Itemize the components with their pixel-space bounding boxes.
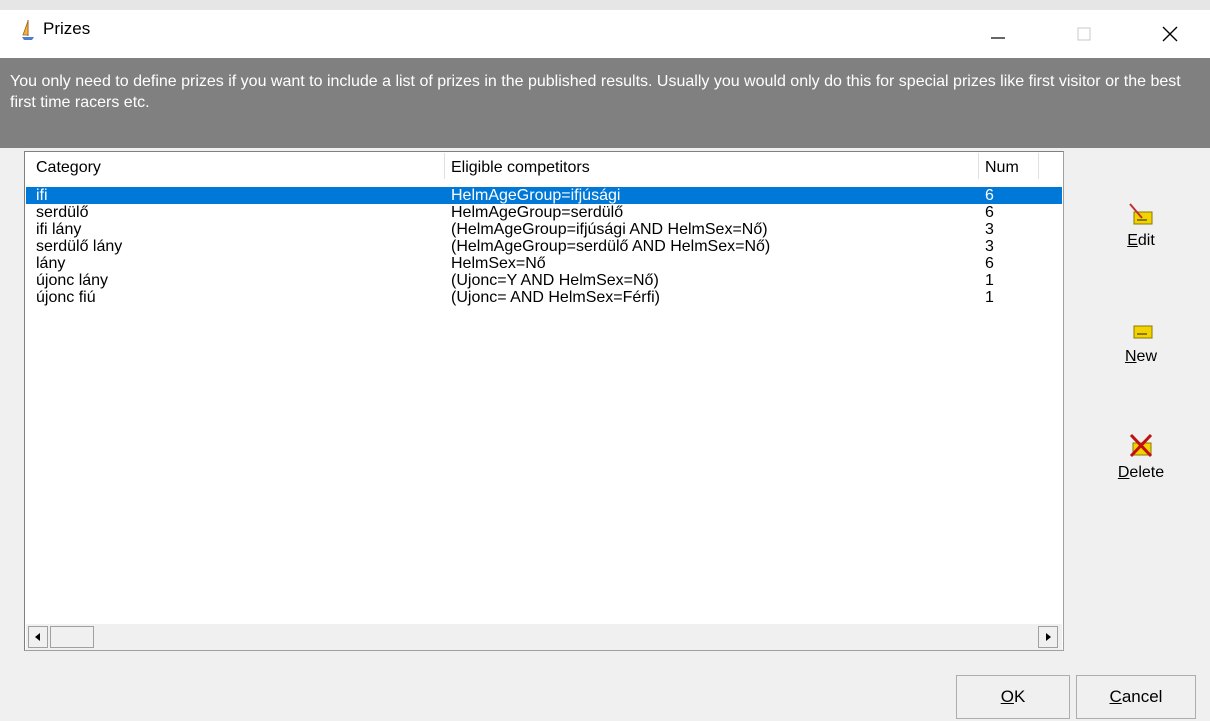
- cell-category: serdülő lány: [36, 238, 123, 255]
- maximize-button[interactable]: [1056, 10, 1112, 58]
- cell-category: újonc fiú: [36, 289, 96, 306]
- cancel-label: Cancel: [1109, 687, 1163, 706]
- delete-button[interactable]: Delete: [1096, 426, 1186, 516]
- new-icon: [1133, 325, 1153, 339]
- table-row[interactable]: serdülő HelmAgeGroup=serdülő 6: [26, 204, 1062, 221]
- window-title: Prizes: [43, 19, 91, 38]
- edit-icon: [1129, 203, 1153, 225]
- horizontal-scrollbar[interactable]: [26, 624, 1062, 650]
- table-row[interactable]: újonc fiú (Ujonc= AND HelmSex=Férfi) 1: [26, 289, 1062, 306]
- cell-num: 6: [985, 187, 994, 204]
- arrow-right-icon: [1046, 633, 1051, 641]
- column-separator[interactable]: [1038, 153, 1039, 179]
- scroll-thumb[interactable]: [50, 626, 94, 648]
- sailboat-icon: [22, 20, 34, 40]
- title-bar: [0, 10, 1210, 58]
- cell-category: ifi lány: [36, 221, 82, 238]
- edit-button[interactable]: Edit: [1096, 196, 1186, 286]
- column-header-num[interactable]: Num: [985, 159, 1019, 177]
- cell-num: 3: [985, 238, 994, 255]
- cell-eligible: HelmAgeGroup=serdülő: [451, 204, 624, 221]
- info-banner: You only need to define prizes if you wa…: [0, 58, 1210, 148]
- cell-eligible: HelmSex=Nő: [451, 255, 546, 272]
- new-label: New: [1124, 348, 1157, 365]
- cell-category: újonc lány: [36, 272, 109, 289]
- cell-eligible: (Ujonc=Y AND HelmSex=Nő): [451, 272, 659, 289]
- background-strip: [0, 0, 1210, 10]
- cell-category: lány: [36, 255, 66, 272]
- prizes-list[interactable]: Category Eligible competitors Num ifi He…: [24, 151, 1064, 651]
- cell-eligible: HelmAgeGroup=ifjúsági: [451, 187, 621, 204]
- cell-num: 6: [985, 204, 994, 221]
- column-separator[interactable]: [978, 153, 979, 179]
- table-row[interactable]: lány HelmSex=Nő 6: [26, 255, 1062, 272]
- minimize-button[interactable]: [970, 10, 1026, 58]
- cancel-button[interactable]: Cancel: [1076, 675, 1196, 719]
- cell-eligible: (HelmAgeGroup=serdülő AND HelmSex=Nő): [451, 238, 771, 255]
- cell-num: 1: [985, 272, 994, 289]
- cell-eligible: (HelmAgeGroup=ifjúsági AND HelmSex=Nő): [451, 221, 768, 238]
- info-text: You only need to define prizes if you wa…: [10, 73, 1181, 111]
- minimize-icon: [991, 37, 1005, 39]
- cell-num: 6: [985, 255, 994, 272]
- edit-label: Edit: [1127, 232, 1155, 249]
- column-header-category[interactable]: Category: [36, 159, 101, 177]
- cell-num: 3: [985, 221, 994, 238]
- new-button[interactable]: New: [1096, 312, 1186, 402]
- list-header: Category Eligible competitors Num: [26, 153, 1062, 179]
- maximize-icon: [1077, 27, 1091, 41]
- table-row[interactable]: újonc lány (Ujonc=Y AND HelmSex=Nő) 1: [26, 272, 1062, 289]
- column-separator[interactable]: [444, 153, 445, 179]
- delete-label: Delete: [1117, 464, 1165, 481]
- arrow-left-icon: [35, 633, 40, 641]
- cell-eligible: (Ujonc= AND HelmSex=Férfi): [451, 289, 660, 306]
- ok-label: OK: [1000, 687, 1026, 706]
- cell-category: ifi: [36, 187, 48, 204]
- close-button[interactable]: [1142, 10, 1198, 58]
- cell-category: serdülő: [36, 204, 89, 221]
- table-row[interactable]: serdülő lány (HelmAgeGroup=serdülő AND H…: [26, 238, 1062, 255]
- table-row[interactable]: ifi HelmAgeGroup=ifjúsági 6: [26, 187, 1062, 204]
- cell-num: 1: [985, 289, 994, 306]
- scroll-right-button[interactable]: [1038, 626, 1058, 648]
- column-header-eligible[interactable]: Eligible competitors: [451, 159, 590, 177]
- table-row[interactable]: ifi lány (HelmAgeGroup=ifjúsági AND Helm…: [26, 221, 1062, 238]
- ok-button[interactable]: OK: [956, 675, 1070, 719]
- delete-icon: [1129, 433, 1153, 458]
- close-icon: [1162, 26, 1178, 42]
- scroll-left-button[interactable]: [28, 626, 48, 648]
